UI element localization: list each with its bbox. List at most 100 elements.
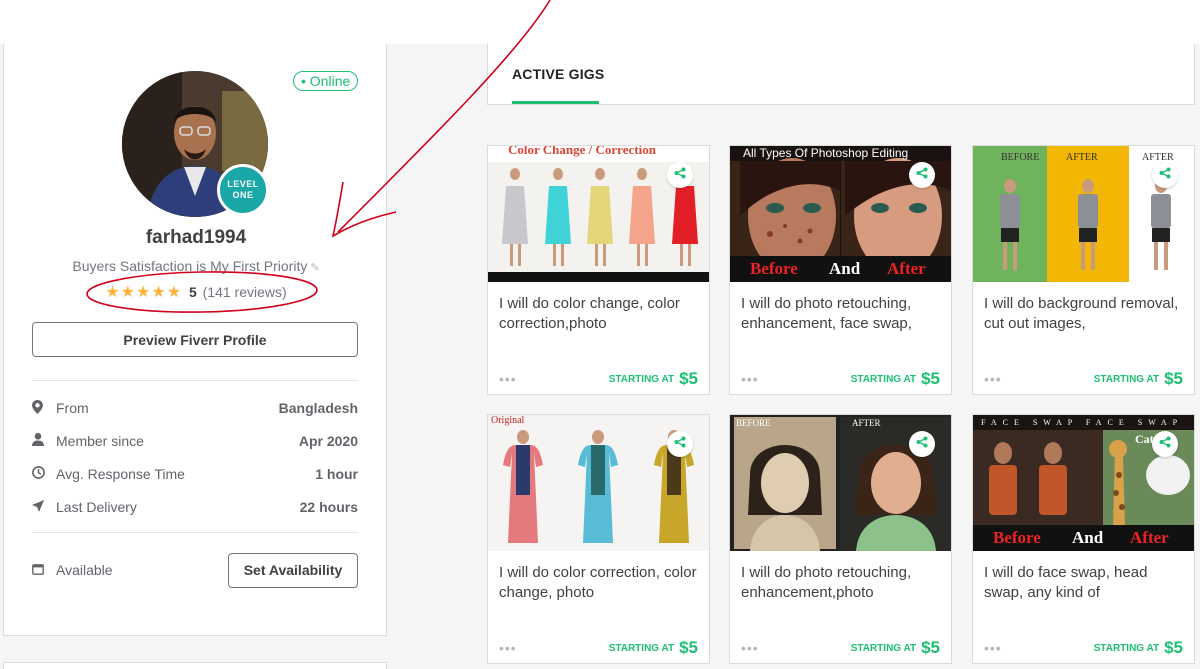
- share-button[interactable]: [667, 431, 693, 457]
- tagline: Buyers Satisfaction is My First Priority…: [4, 258, 388, 274]
- share-icon: [916, 166, 928, 184]
- edit-pencil-icon[interactable]: ✎: [310, 262, 319, 274]
- tagline-text: Buyers Satisfaction is My First Priority: [72, 258, 308, 274]
- after-label: After: [887, 259, 926, 278]
- online-status-badge: • Online: [293, 71, 359, 91]
- gig-image-banner: FACE SWAP FACE SWAP: [981, 418, 1184, 427]
- after-label: After: [1130, 528, 1169, 547]
- gig-image-banner: All Types Of Photoshop Editing: [743, 146, 909, 160]
- tab-active-gigs[interactable]: ACTIVE GIGS: [512, 66, 604, 82]
- share-icon: [1159, 166, 1171, 184]
- share-icon: [1159, 435, 1171, 453]
- more-options-icon[interactable]: •••: [741, 371, 851, 387]
- gig-footer: ••• STARTING AT $5: [741, 369, 940, 389]
- gigs-tab-bar: ACTIVE GIGS: [487, 44, 1195, 105]
- and-label: And: [829, 259, 861, 278]
- more-options-icon[interactable]: •••: [499, 371, 609, 387]
- gig-footer: ••• STARTING AT $5: [984, 369, 1183, 389]
- more-options-icon[interactable]: •••: [741, 640, 851, 656]
- gig-thumbnail[interactable]: Original: [488, 415, 709, 551]
- gig-price: $5: [679, 638, 698, 657]
- more-options-icon[interactable]: •••: [984, 371, 1094, 387]
- gig-card[interactable]: All Types Of Photoshop Editing Before An…: [729, 145, 952, 395]
- gig-title-link[interactable]: I will do photo retouching, enhancement,…: [741, 563, 941, 603]
- gig-card[interactable]: Color Change / Correction I will do colo…: [487, 145, 710, 395]
- gig-image-banner: Color Change / Correction: [508, 146, 656, 157]
- share-button[interactable]: [1152, 162, 1178, 188]
- stat-row-response-time: Avg. Response Time 1 hour: [32, 464, 358, 484]
- starting-at-label: STARTING AT: [850, 373, 917, 385]
- divider: [32, 380, 358, 381]
- location-icon: [32, 399, 56, 417]
- share-icon: [674, 166, 686, 184]
- gig-thumbnail[interactable]: FACE SWAP FACE SWAP Cat F Before And Aft…: [973, 415, 1194, 551]
- gig-card[interactable]: Original I will do color correction, col…: [487, 414, 710, 664]
- gig-title-link[interactable]: I will do color correction, color change…: [499, 563, 699, 603]
- starting-at-label: STARTING AT: [1093, 373, 1160, 385]
- gig-card[interactable]: BEFORE AFTER I will do photo retouching,…: [729, 414, 952, 664]
- star-rating-icon: ★★★★★: [105, 284, 183, 301]
- seller-profile-card: • Online LEVEL ONE farhad1994 Buyers Sat…: [3, 44, 387, 636]
- starting-at-label: STARTING AT: [608, 642, 675, 654]
- secondary-card: [3, 662, 387, 669]
- share-button[interactable]: [667, 162, 693, 188]
- rating-score: 5: [188, 284, 197, 300]
- divider: [32, 532, 358, 533]
- stat-row-last-delivery: Last Delivery 22 hours: [32, 497, 358, 517]
- gig-title-link[interactable]: I will do background removal, cut out im…: [984, 294, 1184, 334]
- gig-thumbnail[interactable]: All Types Of Photoshop Editing Before An…: [730, 146, 951, 282]
- level-one-badge: LEVEL ONE: [217, 164, 269, 216]
- rating: ★★★★★ 5 (141 reviews): [4, 282, 388, 302]
- gig-footer: ••• STARTING AT $5: [499, 369, 698, 389]
- set-availability-button[interactable]: Set Availability: [228, 552, 358, 588]
- gig-thumbnail[interactable]: BEFORE AFTER: [730, 415, 951, 551]
- before-label: BEFORE: [736, 418, 771, 428]
- share-icon: [674, 435, 686, 453]
- and-label: And: [1072, 528, 1104, 547]
- gig-price: $5: [1164, 369, 1183, 388]
- gig-footer: ••• STARTING AT $5: [499, 638, 698, 658]
- starting-at-label: STARTING AT: [850, 642, 917, 654]
- share-button[interactable]: [1152, 431, 1178, 457]
- gig-price: $5: [1164, 638, 1183, 657]
- availability-label: Available: [56, 562, 113, 578]
- gig-thumbnail[interactable]: Color Change / Correction: [488, 146, 709, 282]
- more-options-icon[interactable]: •••: [984, 640, 1094, 656]
- top-bar: [0, 0, 1200, 44]
- starting-at-label: STARTING AT: [608, 373, 675, 385]
- gig-card[interactable]: BEFORE AFTER AFTER I will do background …: [972, 145, 1195, 395]
- gig-title-link[interactable]: I will do face swap, head swap, any kind…: [984, 563, 1184, 603]
- gig-price: $5: [921, 638, 940, 657]
- gig-title-link[interactable]: I will do photo retouching, enhancement,…: [741, 294, 941, 334]
- stat-row-member-since: Member since Apr 2020: [32, 431, 358, 451]
- username: farhad1994: [145, 227, 247, 248]
- starting-at-label: STARTING AT: [1093, 642, 1160, 654]
- preview-profile-button[interactable]: Preview Fiverr Profile: [32, 322, 358, 357]
- gig-price: $5: [679, 369, 698, 388]
- share-button[interactable]: [909, 162, 935, 188]
- after-label: AFTER: [1066, 152, 1098, 163]
- before-label: BEFORE: [1001, 152, 1040, 163]
- calendar-icon: [32, 563, 56, 578]
- share-icon: [916, 435, 928, 453]
- review-count-link[interactable]: (141 reviews): [203, 284, 287, 300]
- gig-footer: ••• STARTING AT $5: [984, 638, 1183, 658]
- more-options-icon[interactable]: •••: [499, 640, 609, 656]
- gig-thumbnail[interactable]: BEFORE AFTER AFTER: [973, 146, 1194, 282]
- share-button[interactable]: [909, 431, 935, 457]
- availability-row: Available Set Availability: [32, 552, 358, 588]
- gig-card[interactable]: FACE SWAP FACE SWAP Cat F Before And Aft…: [972, 414, 1195, 664]
- original-label: Original: [491, 415, 525, 426]
- clock-icon: [32, 466, 56, 482]
- before-label: Before: [993, 528, 1041, 547]
- before-label: Before: [750, 259, 798, 278]
- send-icon: [32, 499, 56, 515]
- stat-row-from: From Bangladesh: [32, 398, 358, 418]
- gig-footer: ••• STARTING AT $5: [741, 638, 940, 658]
- gig-title-link[interactable]: I will do color change, color correction…: [499, 294, 699, 334]
- active-tab-indicator: [512, 101, 599, 104]
- user-icon: [32, 433, 56, 449]
- after-label-2: AFTER: [1142, 152, 1174, 163]
- after-label: AFTER: [852, 418, 881, 428]
- gig-price: $5: [921, 369, 940, 388]
